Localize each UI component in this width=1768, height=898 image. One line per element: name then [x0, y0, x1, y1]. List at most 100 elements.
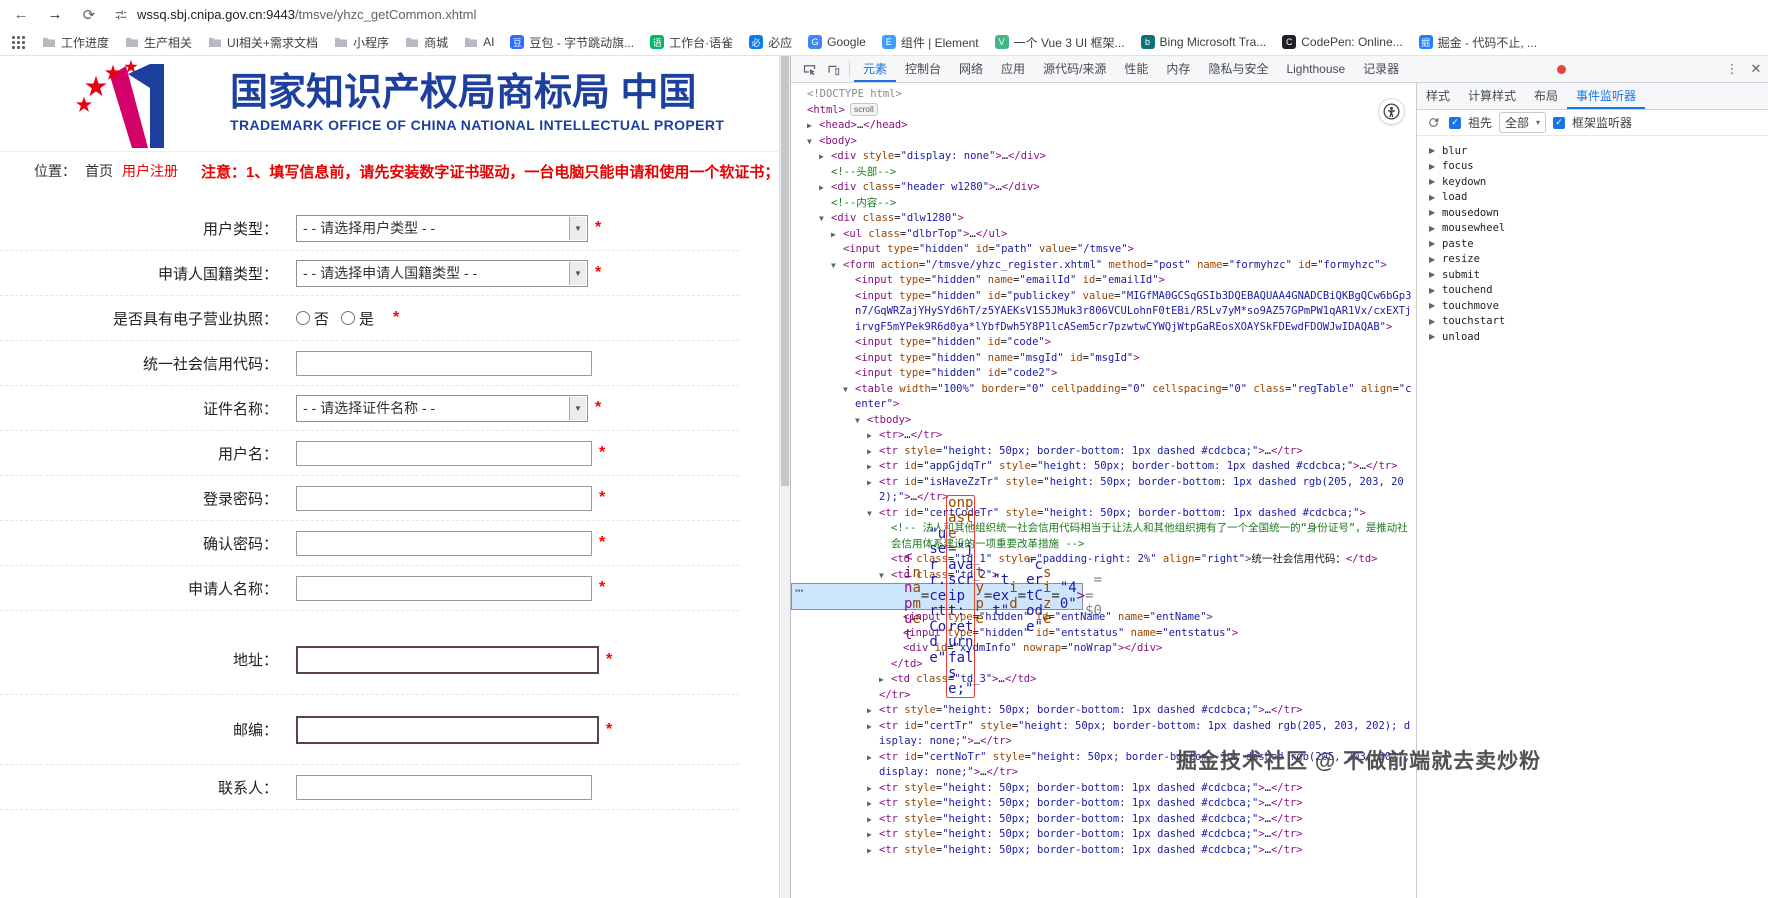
forward-icon[interactable]: → — [46, 6, 64, 23]
expand-arrow-icon[interactable]: ▶ — [1429, 146, 1442, 155]
tree-node[interactable]: ▶<tr style="height: 50px; border-bottom:… — [791, 703, 1416, 719]
user-type-select[interactable]: - - 请选择用户类型 - -▼ — [296, 215, 588, 242]
tree-node[interactable]: ▶<tr id="certNoTr" style="height: 50px; … — [791, 750, 1416, 781]
tree-node[interactable]: <input type="hidden" id="entName" name="… — [791, 610, 1416, 626]
tree-node[interactable]: ▶<tr style="height: 50px; border-bottom:… — [791, 781, 1416, 797]
devtools-tab[interactable]: Lighthouse — [1277, 56, 1354, 82]
listener-scope-select[interactable]: 全部 ▾ — [1499, 112, 1546, 133]
collapse-arrow-icon[interactable]: ▼ — [819, 211, 831, 227]
tree-node[interactable]: ▶<tr>…</tr> — [791, 428, 1416, 444]
bookmark-item[interactable]: bBing Microsoft Tra... — [1134, 32, 1274, 52]
tree-node[interactable]: <input type="hidden" id="entstatus" name… — [791, 626, 1416, 642]
collapse-arrow-icon[interactable]: ▼ — [831, 258, 843, 274]
expand-arrow-icon[interactable]: ▶ — [1429, 224, 1442, 233]
expand-arrow-icon[interactable]: ▶ — [1429, 301, 1442, 310]
devtools-tab[interactable]: 应用 — [992, 56, 1034, 82]
bookmark-item[interactable]: V一个 Vue 3 UI 框架... — [988, 31, 1132, 54]
credit-code-input[interactable] — [296, 351, 592, 376]
apps-grid-icon[interactable] — [12, 36, 25, 49]
tree-node[interactable]: ▶<div style="display: none">…</div> — [791, 149, 1416, 165]
bookmark-item[interactable]: 必必应 — [742, 31, 799, 54]
collapse-arrow-icon[interactable]: ▼ — [867, 506, 879, 522]
close-devtools-icon[interactable]: ✕ — [1744, 56, 1768, 82]
tree-node[interactable]: ▶<tr style="height: 50px; border-bottom:… — [791, 444, 1416, 460]
expand-arrow-icon[interactable]: ▶ — [867, 444, 879, 460]
expand-arrow-icon[interactable]: ▶ — [867, 781, 879, 797]
tree-node[interactable]: ▼<table width="100%" border="0" cellpadd… — [791, 382, 1416, 413]
bookmark-item[interactable]: 掘掘金 - 代码不止, ... — [1412, 31, 1544, 54]
back-icon[interactable]: ← — [12, 6, 30, 23]
login-password-input[interactable] — [296, 486, 592, 511]
bookmark-folder[interactable]: 生产相关 — [118, 31, 199, 54]
devtools-tab[interactable]: 内存 — [1157, 56, 1199, 82]
inspect-element-icon[interactable] — [797, 56, 821, 82]
bookmark-item[interactable]: 语工作台·语雀 — [643, 31, 740, 54]
scroll-badge[interactable]: scroll — [850, 103, 878, 116]
postcode-input[interactable] — [296, 716, 599, 744]
devtools-tab[interactable]: 性能 — [1115, 56, 1157, 82]
tree-node[interactable]: ▶<head>…</head> — [791, 118, 1416, 134]
expand-arrow-icon[interactable]: ▶ — [1429, 317, 1442, 326]
register-link[interactable]: 用户注册 — [122, 161, 178, 181]
bookmark-item[interactable]: E组件 | Element — [875, 31, 986, 54]
refresh-icon[interactable] — [1424, 110, 1442, 136]
tree-node[interactable]: <input type="hidden" id="code2"> — [791, 366, 1416, 382]
tree-node-selected[interactable]: ⋯<input name="userr.certCode" onpaste="j… — [791, 583, 1083, 610]
tree-node[interactable]: ▶<tr style="height: 50px; border-bottom:… — [791, 812, 1416, 828]
tree-node[interactable]: ▶<tr style="height: 50px; border-bottom:… — [791, 843, 1416, 859]
sidebar-tab[interactable]: 布局 — [1525, 83, 1567, 109]
radio-icon[interactable] — [341, 311, 355, 325]
bookmark-folder[interactable]: 小程序 — [327, 31, 396, 54]
tree-node[interactable]: <input type="hidden" id="code"> — [791, 335, 1416, 351]
event-listener-row[interactable]: ▶load — [1417, 190, 1768, 206]
expand-arrow-icon[interactable]: ▶ — [1429, 177, 1442, 186]
expand-arrow-icon[interactable]: ▶ — [1429, 193, 1442, 202]
tree-node[interactable]: <input type="hidden" id="publickey" valu… — [791, 289, 1416, 336]
expand-arrow-icon[interactable]: ▶ — [879, 672, 891, 688]
tree-node[interactable]: ▶<tr id="certTr" style="height: 50px; bo… — [791, 719, 1416, 750]
applicant-name-input[interactable] — [296, 576, 592, 601]
expand-arrow-icon[interactable]: ▶ — [867, 812, 879, 828]
tree-node[interactable]: ▶<ul class="dlbrTop">…</ul> — [791, 227, 1416, 243]
expand-arrow-icon[interactable]: ▶ — [867, 827, 879, 843]
event-listener-row[interactable]: ▶touchmove — [1417, 298, 1768, 314]
event-listener-row[interactable]: ▶touchend — [1417, 283, 1768, 299]
tree-node[interactable]: ▼<td class="td_2"> — [791, 568, 1416, 584]
tree-node[interactable]: <!-- 法人和其他组织统一社会信用代码相当于让法人和其他组织拥有了一个全国统一… — [791, 521, 1416, 552]
devtools-tab[interactable]: 控制台 — [896, 56, 950, 82]
bookmark-item[interactable]: CCodePen: Online... — [1275, 32, 1409, 52]
tree-node[interactable]: <input type="hidden" name="msgId" id="ms… — [791, 351, 1416, 367]
radio-icon[interactable] — [296, 311, 310, 325]
tree-node[interactable]: ▼<form action="/tmsve/yhzc_register.xhtm… — [791, 258, 1416, 274]
nationality-type-select[interactable]: - - 请选择申请人国籍类型 - -▼ — [296, 260, 588, 287]
tree-node[interactable]: <!--内容--> — [791, 196, 1416, 212]
devtools-tab[interactable]: 记录器 — [1354, 56, 1408, 82]
tree-node[interactable]: ▶<tr style="height: 50px; border-bottom:… — [791, 827, 1416, 843]
reload-icon[interactable]: ⟳ — [80, 6, 98, 24]
expand-arrow-icon[interactable]: ▶ — [831, 227, 843, 243]
sidebar-tab[interactable]: 事件监听器 — [1567, 83, 1645, 109]
expand-arrow-icon[interactable]: ▶ — [867, 428, 879, 444]
page-scrollbar[interactable] — [779, 56, 790, 898]
event-listener-row[interactable]: ▶keydown — [1417, 174, 1768, 190]
expand-arrow-icon[interactable]: ▶ — [867, 750, 879, 766]
expand-arrow-icon[interactable]: ▶ — [867, 796, 879, 812]
radio-option[interactable]: 是 — [341, 308, 374, 329]
bookmark-folder[interactable]: UI相关+需求文档 — [201, 31, 325, 54]
expand-arrow-icon[interactable]: ▶ — [1429, 270, 1442, 279]
expand-arrow-icon[interactable]: ▶ — [867, 475, 879, 491]
contact-person-input[interactable] — [296, 775, 592, 800]
expand-arrow-icon[interactable]: ▶ — [1429, 239, 1442, 248]
error-indicator-icon[interactable] — [1557, 65, 1566, 74]
sidebar-tab[interactable]: 计算样式 — [1459, 83, 1525, 109]
event-listener-row[interactable]: ▶resize — [1417, 252, 1768, 268]
devtools-tab[interactable]: 元素 — [854, 56, 896, 82]
more-options-icon[interactable]: ⋮ — [1720, 56, 1744, 82]
bookmark-item[interactable]: 豆豆包 - 字节跳动旗... — [503, 31, 641, 54]
expand-arrow-icon[interactable]: ▶ — [867, 459, 879, 475]
site-settings-icon[interactable] — [114, 8, 128, 22]
tree-node[interactable]: <!--头部--> — [791, 165, 1416, 181]
cert-name-select[interactable]: - - 请选择证件名称 - -▼ — [296, 395, 588, 422]
expand-arrow-icon[interactable]: ▶ — [1429, 286, 1442, 295]
event-listener-row[interactable]: ▶blur — [1417, 143, 1768, 159]
